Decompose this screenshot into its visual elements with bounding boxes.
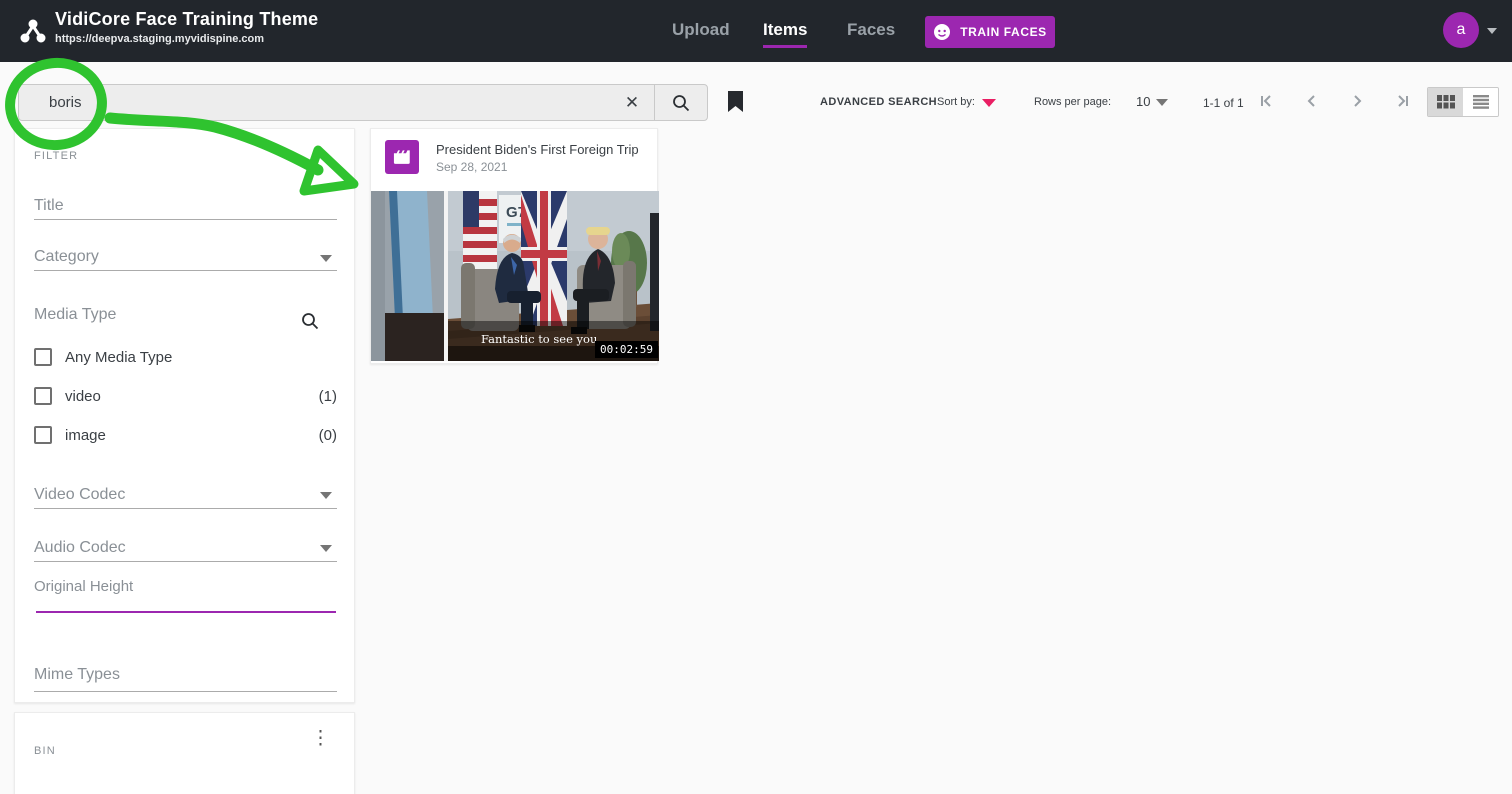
view-mode-toggle [1427, 87, 1499, 117]
first-page-button[interactable] [1258, 92, 1276, 110]
saved-searches-bookmark-icon[interactable] [727, 90, 744, 113]
nav-tab-upload[interactable]: Upload [672, 20, 730, 40]
filter-title-field[interactable]: Title [34, 197, 64, 215]
checkbox-row-image[interactable]: image (0) [34, 425, 337, 445]
bin-menu-kebab-icon[interactable]: ⋮ [311, 729, 330, 748]
train-faces-button[interactable]: TRAIN FACES [925, 16, 1055, 48]
pagination-range: 1-1 of 1 [1203, 96, 1244, 110]
filter-category-underline [34, 270, 337, 271]
rows-per-page-caret-icon[interactable] [1156, 99, 1168, 106]
checkbox-label: Any Media Type [65, 348, 173, 366]
filter-heading: FILTER [34, 150, 79, 162]
checkbox-count: (0) [318, 426, 337, 444]
video-checkbox[interactable] [34, 387, 52, 405]
mime-types-underline [34, 691, 337, 692]
audio-codec-select[interactable]: Audio Codec [34, 539, 126, 557]
video-codec-underline [34, 508, 337, 509]
bin-heading: BIN [34, 745, 56, 757]
sort-by-caret-icon[interactable] [982, 99, 996, 107]
video-codec-select[interactable]: Video Codec [34, 486, 125, 504]
search-submit-button[interactable] [655, 85, 707, 120]
original-height-field[interactable]: Original Height [34, 578, 133, 595]
app-title: VidiCore Face Training Theme [55, 9, 319, 29]
user-avatar[interactable]: a [1443, 12, 1479, 48]
sort-by-label[interactable]: Sort by: [937, 96, 975, 108]
search-icon [673, 94, 690, 111]
checkbox-label: image [65, 426, 106, 444]
checkbox-row-video[interactable]: video (1) [34, 386, 337, 406]
brand-block: VidiCore Face Training Theme https://dee… [55, 9, 318, 45]
previous-page-button[interactable] [1303, 92, 1321, 110]
media-type-label: Media Type [34, 306, 117, 323]
filter-category-select[interactable]: Category [34, 248, 99, 266]
grid-view-button[interactable] [1428, 88, 1463, 116]
checkbox-row-any-media-type[interactable]: Any Media Type [34, 347, 337, 367]
thumbnail-scene: G7 Fantastic to see you. [371, 191, 659, 361]
bin-panel: BIN ⋮ [14, 712, 355, 794]
filter-title-underline [34, 219, 337, 220]
image-checkbox[interactable] [34, 426, 52, 444]
app-logo-icon [20, 19, 46, 43]
original-height-underline-focused [36, 611, 336, 613]
user-menu-caret-icon[interactable] [1487, 28, 1497, 34]
video-thumbnail[interactable]: G7 Fantastic to see you. 00:02:59 [371, 191, 659, 361]
filter-panel: FILTER Title Category Media Type Any Med… [14, 128, 355, 703]
audio-codec-underline [34, 561, 337, 562]
video-codec-caret-icon[interactable] [320, 492, 332, 499]
mime-types-field[interactable]: Mime Types [34, 666, 120, 684]
nav-tab-items[interactable]: Items [763, 20, 808, 48]
subtitle-caption: Fantastic to see you. [481, 332, 601, 346]
result-date: Sep 28, 2021 [436, 160, 508, 174]
rows-per-page-label: Rows per page: [1034, 96, 1112, 108]
grid-view-icon [1436, 95, 1455, 109]
advanced-search-link[interactable]: ADVANCED SEARCH [820, 96, 937, 108]
category-caret-icon[interactable] [320, 255, 332, 262]
any-media-type-checkbox[interactable] [34, 348, 52, 366]
last-page-button[interactable] [1393, 92, 1411, 110]
audio-codec-caret-icon[interactable] [320, 545, 332, 552]
result-card[interactable]: President Biden's First Foreign Trip Sep… [370, 128, 659, 364]
list-view-icon [1472, 95, 1489, 109]
result-title: President Biden's First Foreign Trip [436, 142, 639, 157]
nav-tab-faces[interactable]: Faces [847, 20, 895, 40]
face-icon [934, 24, 951, 40]
clear-search-icon[interactable]: ✕ [610, 85, 654, 120]
search-bar: ✕ [18, 84, 708, 121]
duration-badge: 00:02:59 [595, 341, 658, 358]
train-faces-label: TRAIN FACES [960, 25, 1047, 39]
rows-per-page-select[interactable]: 10 [1136, 94, 1150, 109]
media-type-search-icon[interactable] [300, 311, 320, 331]
checkbox-count: (1) [318, 387, 337, 405]
app-header: VidiCore Face Training Theme https://dee… [0, 0, 1512, 62]
list-view-button[interactable] [1463, 88, 1498, 116]
next-page-button[interactable] [1348, 92, 1366, 110]
checkbox-label: video [65, 387, 101, 405]
search-input[interactable] [19, 85, 610, 120]
app-url: https://deepva.staging.myvidispine.com [55, 33, 265, 45]
video-media-icon [385, 140, 419, 174]
